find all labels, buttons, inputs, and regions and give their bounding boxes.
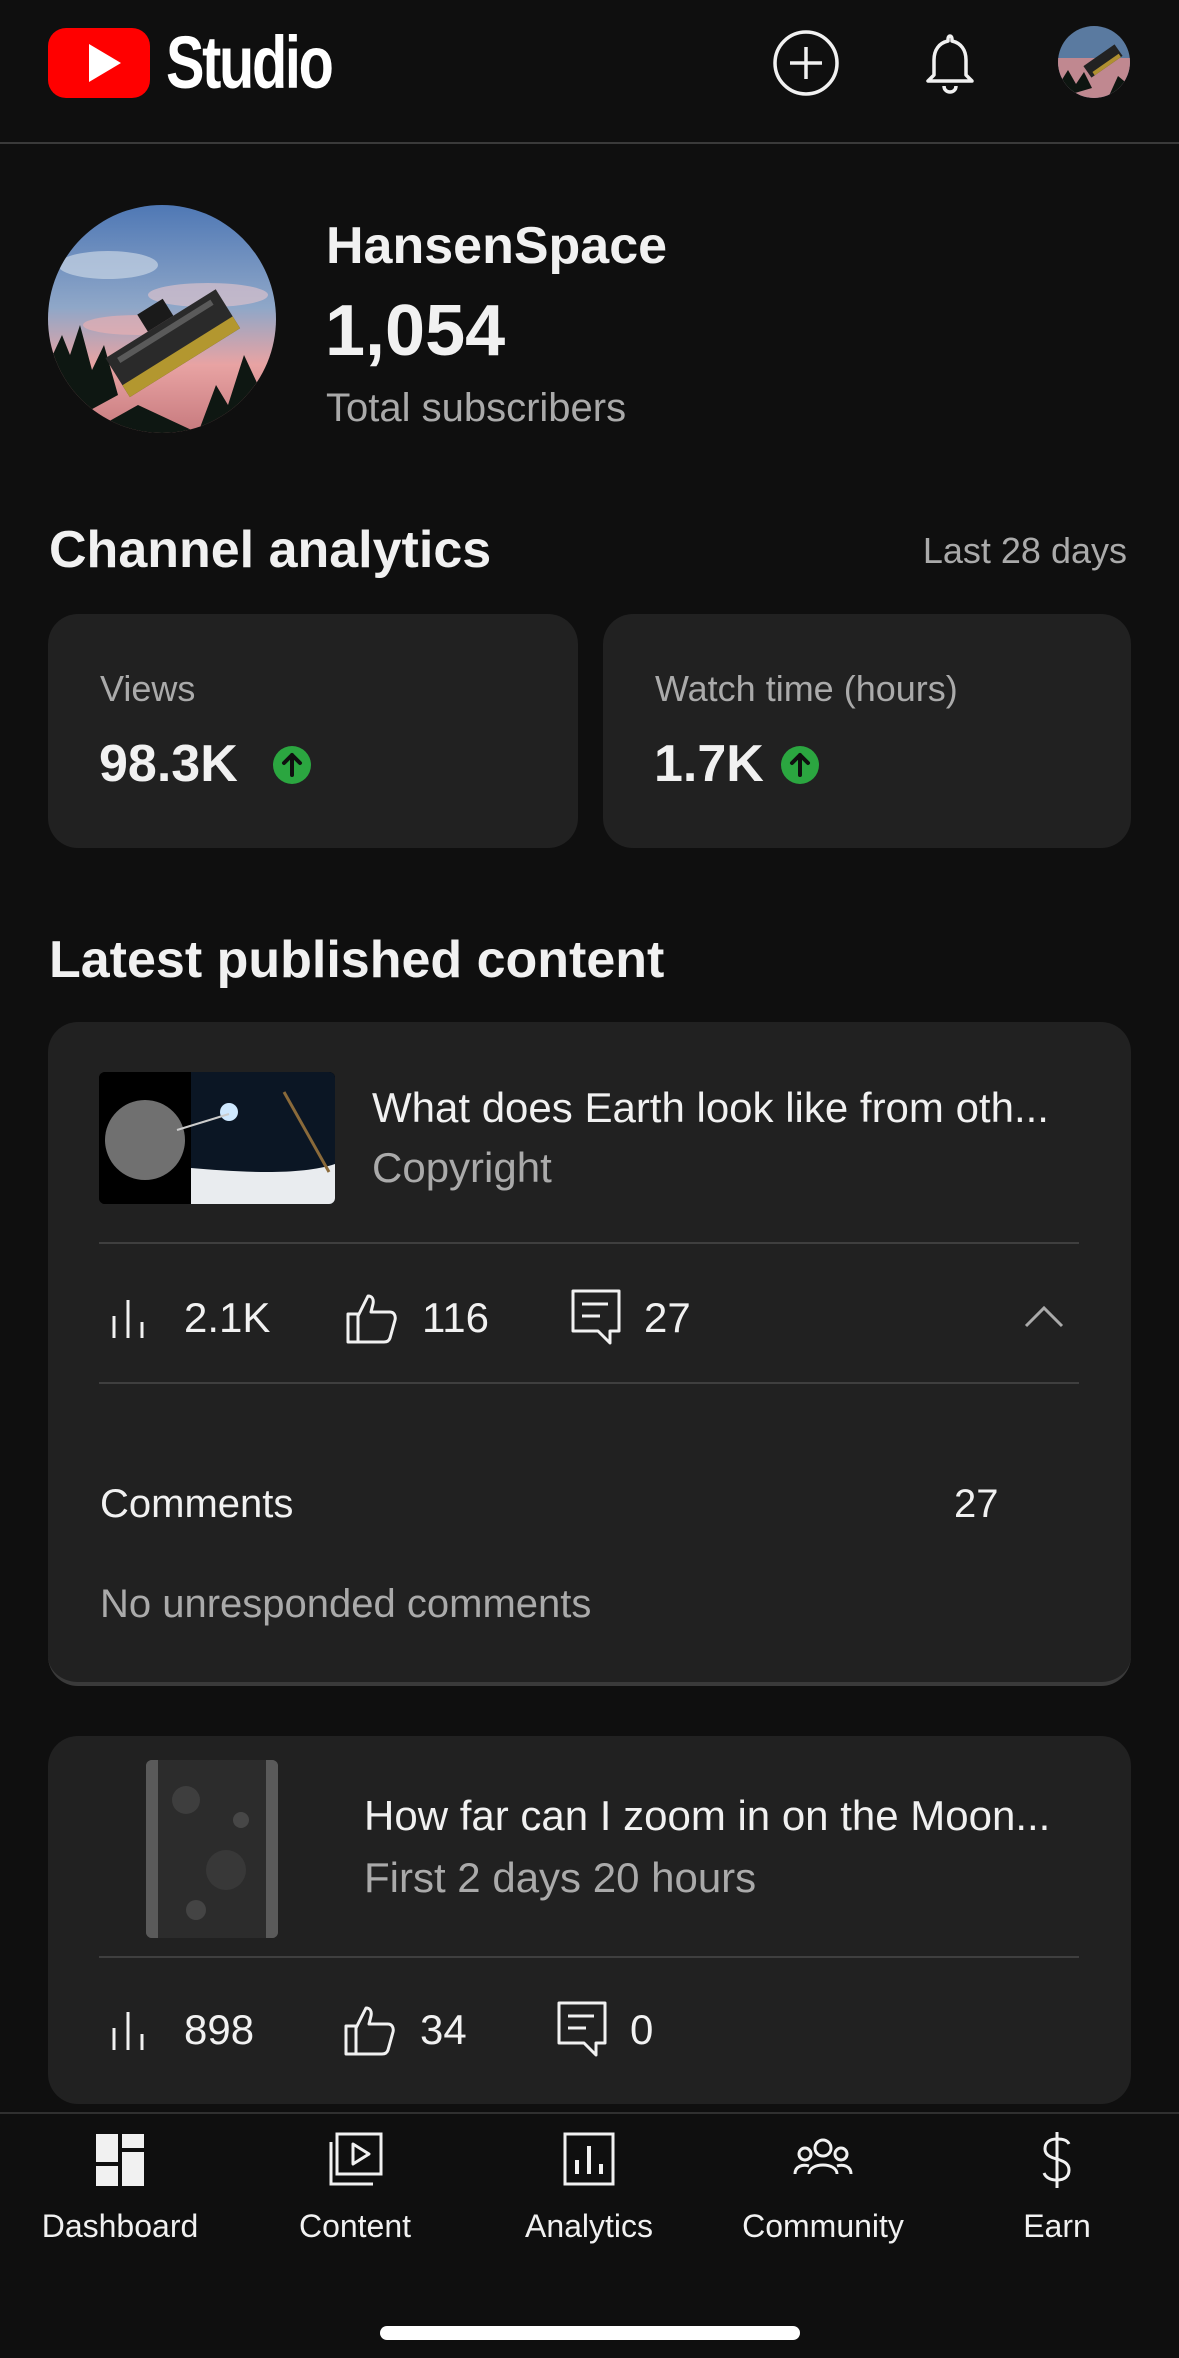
comments-count: 27 (644, 1294, 691, 1341)
nav-dashboard[interactable]: Dashboard (2, 2130, 238, 2260)
latest-content-title: Latest published content (49, 931, 665, 989)
channel-avatar[interactable] (48, 205, 276, 433)
comments-icon (571, 1289, 621, 1345)
nav-earn[interactable]: Earn (939, 2130, 1175, 2260)
likes-count: 34 (420, 2006, 467, 2053)
video-thumbnail[interactable] (99, 1072, 335, 1204)
subscriber-label: Total subscribers (326, 386, 627, 430)
home-indicator (380, 2326, 800, 2340)
metric-value: 1.7K (654, 735, 764, 793)
video-status: Copyright (372, 1144, 552, 1191)
views-count: 2.1K (184, 1294, 271, 1341)
analytics-title: Channel analytics (49, 521, 492, 579)
video-title[interactable]: How far can I zoom in on the Moon... (364, 1792, 1050, 1840)
nav-label: Earn (1023, 2208, 1091, 2244)
divider (99, 1242, 1079, 1244)
nav-analytics[interactable]: Analytics (471, 2130, 707, 2260)
notifications-bell-icon[interactable] (915, 28, 985, 98)
views-card[interactable]: Views 98.3K (48, 614, 578, 848)
chevron-up-icon[interactable] (1022, 1300, 1066, 1330)
views-count: 898 (184, 2006, 255, 2053)
content-card[interactable]: How far can I zoom in on the Moon... Fir… (48, 1736, 1131, 2104)
divider (99, 1382, 1079, 1384)
watch-time-card[interactable]: Watch time (hours) 1.7K (603, 614, 1131, 848)
comments-total: 27 (954, 1482, 999, 1526)
metric-value: 98.3K (99, 735, 238, 793)
like-icon (346, 1294, 397, 1344)
dashboard-icon (96, 2134, 144, 2186)
nav-label: Analytics (524, 2208, 654, 2244)
trend-up-icon (273, 746, 311, 784)
metric-label: Watch time (hours) (655, 668, 958, 709)
subscriber-count: 1,054 (325, 291, 506, 371)
analytics-icon (563, 2132, 615, 2186)
nav-community[interactable]: Community (705, 2130, 941, 2260)
views-icon (112, 2012, 144, 2050)
nav-content[interactable]: Content (237, 2130, 473, 2260)
content-icon (329, 2132, 383, 2186)
divider (99, 1956, 1079, 1958)
comments-status: No unresponded comments (100, 1582, 592, 1626)
like-icon (344, 2006, 395, 2056)
comments-count: 0 (630, 2006, 654, 2053)
community-icon (793, 2138, 853, 2175)
create-icon[interactable] (771, 28, 841, 98)
video-status: First 2 days 20 hours (364, 1854, 757, 1901)
metric-label: Views (100, 668, 196, 709)
likes-count: 116 (422, 1294, 489, 1341)
channel-name: HansenSpace (326, 217, 668, 275)
comments-icon (557, 2001, 607, 2057)
nav-label: Community (742, 2208, 904, 2244)
nav-label: Dashboard (41, 2208, 199, 2244)
app-name: Studio (166, 21, 334, 104)
account-avatar[interactable] (1058, 26, 1130, 98)
analytics-period: Last 28 days (922, 530, 1127, 571)
comments-label: Comments (100, 1482, 294, 1526)
earn-icon (1042, 2132, 1071, 2188)
nav-label: Content (298, 2208, 412, 2244)
trend-up-icon (781, 746, 819, 784)
video-thumbnail[interactable] (146, 1760, 278, 1938)
content-card[interactable]: What does Earth look like from oth... Co… (48, 1022, 1131, 1686)
video-title[interactable]: What does Earth look like from oth... (372, 1084, 1049, 1132)
play-triangle-icon (89, 44, 121, 82)
views-icon (112, 1300, 144, 1338)
